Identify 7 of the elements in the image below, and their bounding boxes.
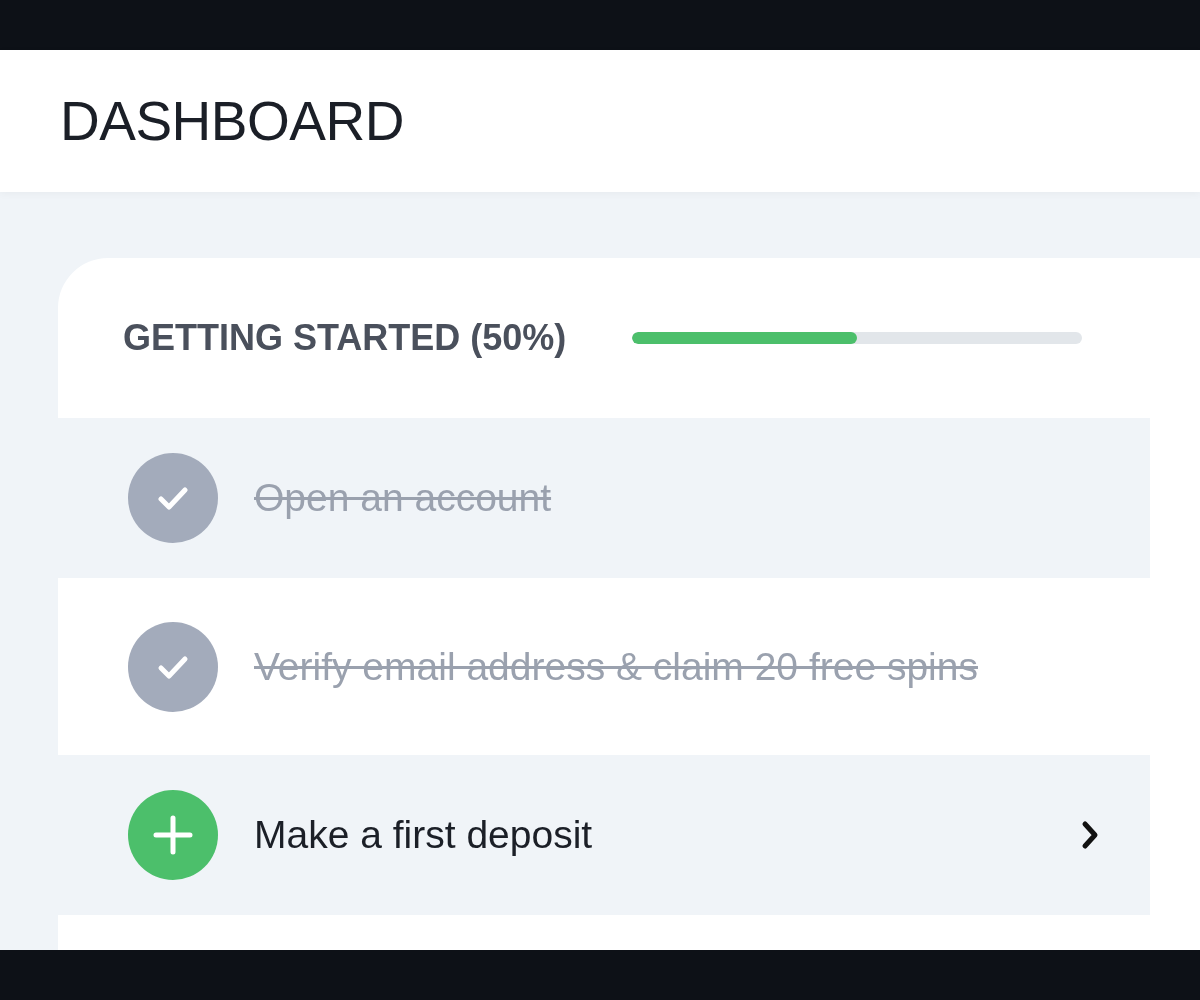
chevron-right-icon <box>1080 820 1100 850</box>
task-label: Make a first deposit <box>254 812 593 858</box>
task-row[interactable]: Make a first deposit <box>58 755 1150 915</box>
page-title: DASHBOARD <box>60 89 404 153</box>
section-title: GETTING STARTED (50%) <box>123 317 567 359</box>
task-label: Verify email address & claim 20 free spins <box>254 643 978 690</box>
task-label: Open an account <box>254 475 552 521</box>
